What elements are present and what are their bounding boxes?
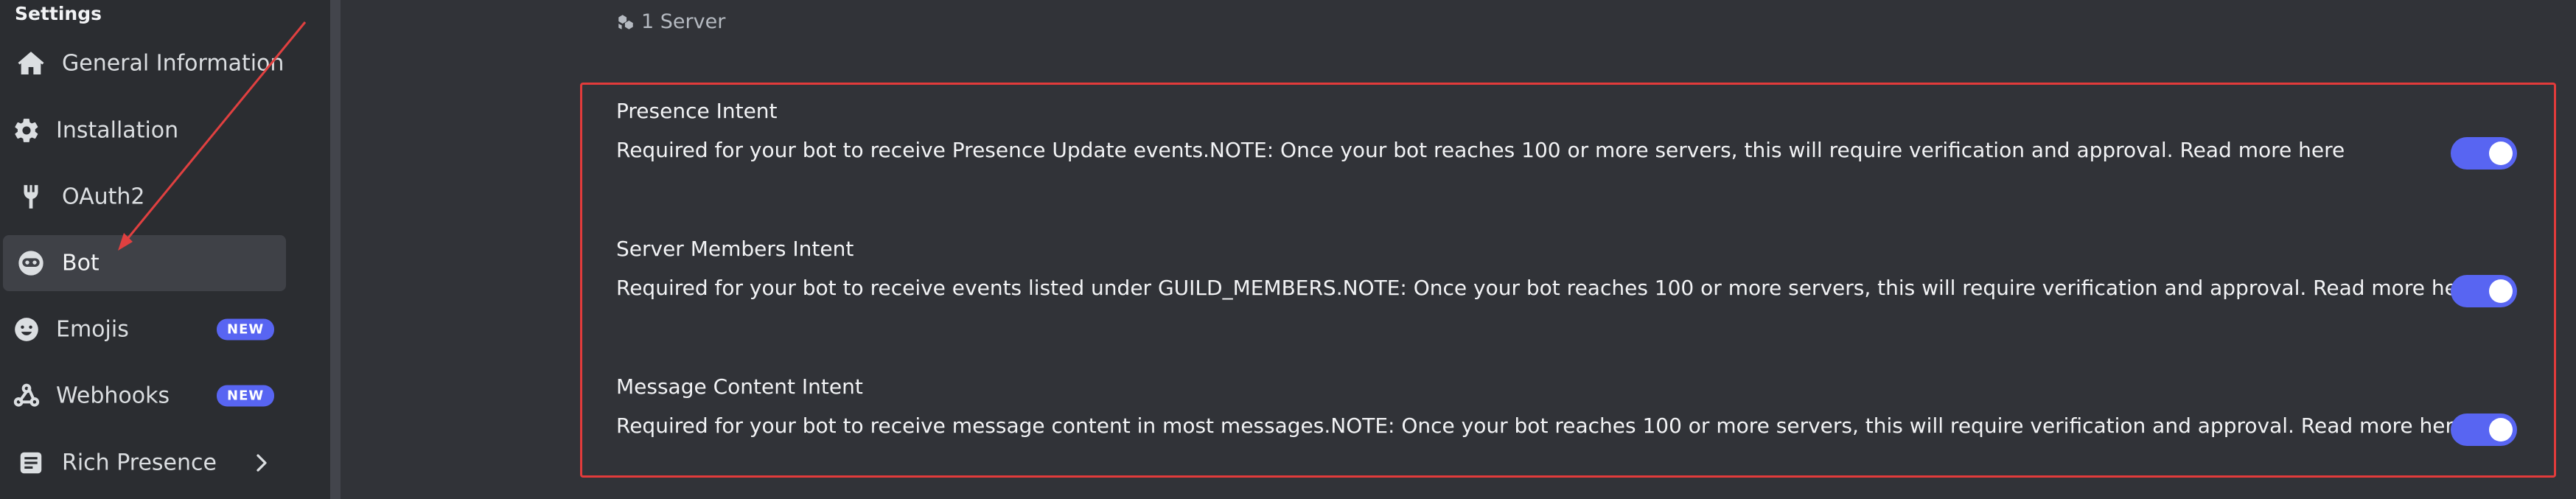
server-members-intent-title: Server Members Intent [616,237,854,261]
sidebar-divider [330,0,341,499]
server-count: 1 Server [616,10,725,33]
new-badge: NEW [217,385,275,407]
sidebar-item-general-information[interactable]: General Information [3,35,286,91]
server-count-label: 1 Server [641,10,726,33]
sidebar-item-label: Installation [56,117,179,144]
sidebar-item-label: Bot [62,250,100,276]
bot-icon [15,247,47,279]
presence-intent-title: Presence Intent [616,99,778,123]
message-content-intent-title: Message Content Intent [616,374,863,399]
smiley-icon [10,313,43,346]
toggle-knob [2489,418,2513,442]
sidebar-item-emojis[interactable]: Emojis NEW [3,301,286,357]
sidebar-item-label: Webhooks [56,383,170,409]
new-badge: NEW [217,318,275,341]
toggle-knob [2489,279,2513,303]
server-icon [618,14,633,29]
sidebar-item-label: Rich Presence [62,450,217,476]
sidebar-item-label: Emojis [56,316,129,343]
sidebar-item-bot[interactable]: Bot [3,235,286,291]
server-members-intent-toggle[interactable] [2451,275,2517,307]
sidebar: Settings General Information Installatio… [0,0,330,499]
message-content-intent-description: Required for your bot to receive message… [616,413,2466,438]
sidebar-item-webhooks[interactable]: Webhooks NEW [3,368,286,424]
sidebar-item-label: OAuth2 [62,184,145,210]
sidebar-item-rich-presence[interactable]: Rich Presence [3,435,286,491]
sidebar-heading: Settings [15,3,102,24]
home-icon [15,47,47,80]
chevron-right-icon [256,454,267,472]
toggle-knob [2489,142,2513,165]
message-content-intent-toggle[interactable] [2451,413,2517,446]
presence-intent-description: Required for your bot to receive Presenc… [616,138,2345,162]
wrench-icon [15,181,47,213]
sidebar-item-label: General Information [62,50,285,77]
sidebar-item-installation[interactable]: Installation [3,102,286,158]
sidebar-item-oauth2[interactable]: OAuth2 [3,169,286,225]
presence-intent-toggle[interactable] [2451,137,2517,170]
gear-icon [10,114,43,147]
webhook-icon [10,380,43,412]
server-members-intent-description: Required for your bot to receive events … [616,276,2478,300]
document-icon [15,447,47,479]
